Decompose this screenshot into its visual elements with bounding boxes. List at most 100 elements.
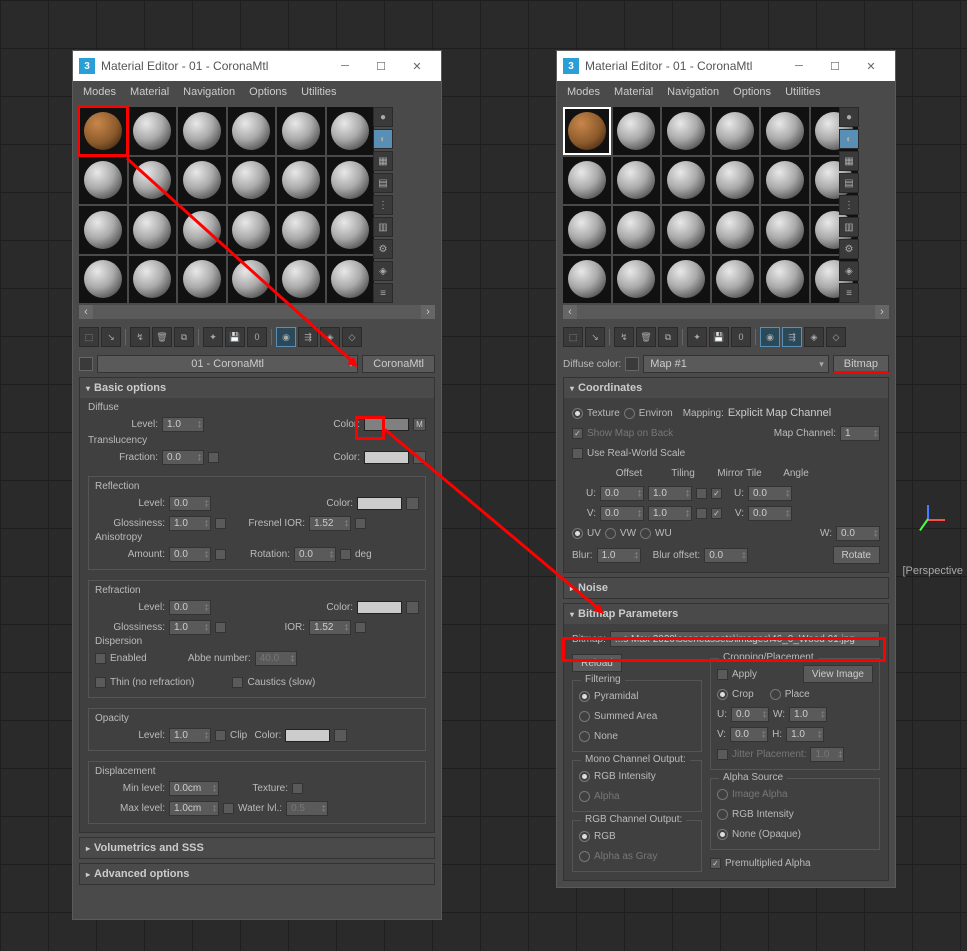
translucency-checkbox[interactable] <box>208 452 219 463</box>
menu-options[interactable]: Options <box>727 84 777 100</box>
bitmap-path-input[interactable]: ...s Max 2020\sceneassets\images\46_0_Wo… <box>610 631 880 647</box>
map-icon[interactable]: ≡ <box>373 283 393 303</box>
sample-slot[interactable] <box>712 157 760 205</box>
go-parent-icon[interactable]: ◈ <box>804 327 824 347</box>
background-icon[interactable]: ▦ <box>373 151 393 171</box>
mono-alpha-radio[interactable] <box>579 791 590 802</box>
crop-radio[interactable] <box>717 689 728 700</box>
options-icon[interactable]: ⚙ <box>839 239 859 259</box>
sample-slot[interactable] <box>277 157 325 205</box>
get-material-icon[interactable]: ⬚ <box>563 327 583 347</box>
u-offset-spinner[interactable]: 0.0 <box>600 486 644 501</box>
menu-modes[interactable]: Modes <box>561 84 606 100</box>
sample-slot[interactable] <box>228 256 276 304</box>
backlight-icon[interactable]: ◐ <box>839 129 859 149</box>
sample-slot[interactable] <box>712 256 760 304</box>
assign-icon[interactable]: ↯ <box>614 327 634 347</box>
backlight-icon[interactable]: ◐ <box>373 129 393 149</box>
refraction-level-spinner[interactable]: 0.0 <box>169 600 211 615</box>
put-to-scene-icon[interactable]: ↘ <box>585 327 605 347</box>
bitmap-type-button[interactable]: Bitmap <box>833 355 889 373</box>
sample-slot[interactable] <box>761 157 809 205</box>
video-check-icon[interactable]: ⋮ <box>839 195 859 215</box>
pick-material-icon[interactable] <box>625 357 639 371</box>
sample-type-icon[interactable]: ● <box>839 107 859 127</box>
uv-tile-icon[interactable]: ▤ <box>839 173 859 193</box>
show-map-icon[interactable]: ◉ <box>276 327 296 347</box>
sample-slot[interactable] <box>563 107 611 155</box>
dispersion-enabled-checkbox[interactable] <box>95 653 106 664</box>
effects-channel-icon[interactable]: 0 <box>247 327 267 347</box>
rollout-bitmap-parameters[interactable]: ▾Bitmap Parameters <box>564 604 888 624</box>
anisotropy-checkbox[interactable] <box>215 549 226 560</box>
sample-slot[interactable] <box>129 107 177 155</box>
sample-slot[interactable] <box>277 107 325 155</box>
make-unique-icon[interactable]: ✦ <box>687 327 707 347</box>
rollout-noise[interactable]: ▸Noise <box>564 578 888 598</box>
copy-icon[interactable]: ⧉ <box>658 327 678 347</box>
pick-material-icon[interactable] <box>79 357 93 371</box>
u-tile-checkbox[interactable]: ✓ <box>711 488 722 499</box>
select-by-icon[interactable]: ◈ <box>373 261 393 281</box>
preview-icon[interactable]: ▥ <box>373 217 393 237</box>
rotation-checkbox[interactable] <box>340 549 351 560</box>
sample-slot[interactable] <box>228 107 276 155</box>
premultiplied-checkbox[interactable]: ✓ <box>710 858 721 869</box>
sample-slot[interactable] <box>228 157 276 205</box>
minimize-button[interactable]: ─ <box>781 54 817 78</box>
sample-slot[interactable] <box>563 157 611 205</box>
maximize-button[interactable]: ☐ <box>363 54 399 78</box>
displacement-max-spinner[interactable]: 1.0cm <box>169 801 219 816</box>
mono-rgb-radio[interactable] <box>579 771 590 782</box>
put-library-icon[interactable]: 💾 <box>709 327 729 347</box>
material-name-dropdown[interactable]: 01 - CoronaMtl <box>97 355 358 373</box>
rollout-basic-options[interactable]: ▾Basic options <box>80 378 434 398</box>
titlebar-right[interactable]: 3 Material Editor - 01 - CoronaMtl ─ ☐ ✕ <box>557 51 895 81</box>
refraction-gloss-spinner[interactable]: 1.0 <box>169 620 211 635</box>
close-button[interactable]: ✕ <box>399 54 435 78</box>
titlebar-left[interactable]: 3 Material Editor - 01 - CoronaMtl ─ ☐ ✕ <box>73 51 441 81</box>
sample-slot[interactable] <box>327 256 375 304</box>
crop-w-spinner[interactable]: 1.0 <box>789 707 827 722</box>
map-name-dropdown[interactable]: Map #1 <box>643 355 829 373</box>
v-mirror-checkbox[interactable] <box>696 508 707 519</box>
delete-icon[interactable]: 🗑 <box>152 327 172 347</box>
sample-slot[interactable] <box>178 206 226 254</box>
sample-slot[interactable] <box>613 256 661 304</box>
caustics-checkbox[interactable] <box>232 677 243 688</box>
sample-slot[interactable] <box>327 107 375 155</box>
sample-slot[interactable] <box>662 206 710 254</box>
sample-slot[interactable] <box>178 107 226 155</box>
sample-slot[interactable] <box>79 107 127 155</box>
rotate-button[interactable]: Rotate <box>833 546 880 564</box>
rollout-coordinates[interactable]: ▾Coordinates <box>564 378 888 398</box>
alpha-rgb-radio[interactable] <box>717 809 728 820</box>
menu-material[interactable]: Material <box>608 84 659 100</box>
select-by-icon[interactable]: ◈ <box>839 261 859 281</box>
sample-slot[interactable] <box>613 206 661 254</box>
mapping-dropdown[interactable]: Explicit Map Channel <box>728 407 880 419</box>
sample-slot[interactable] <box>79 157 127 205</box>
u-mirror-checkbox[interactable] <box>696 488 707 499</box>
u-angle-spinner[interactable]: 0.0 <box>748 486 792 501</box>
uv-radio[interactable] <box>572 528 583 539</box>
summed-area-radio[interactable] <box>579 711 590 722</box>
jitter-spinner[interactable]: 1.0 <box>810 747 844 762</box>
reload-button[interactable]: Reload <box>572 654 622 672</box>
sample-slot[interactable] <box>613 157 661 205</box>
apply-crop-checkbox[interactable] <box>717 669 728 680</box>
vw-radio[interactable] <box>605 528 616 539</box>
show-end-icon[interactable]: ⇶ <box>298 327 318 347</box>
reflection-gloss-checkbox[interactable] <box>215 518 226 529</box>
sample-slot[interactable] <box>662 157 710 205</box>
v-tiling-spinner[interactable]: 1.0 <box>648 506 692 521</box>
pyramidal-radio[interactable] <box>579 691 590 702</box>
filter-none-radio[interactable] <box>579 731 590 742</box>
rollout-advanced[interactable]: ▸Advanced options <box>80 864 434 884</box>
opacity-level-spinner[interactable]: 1.0 <box>169 728 211 743</box>
go-sibling-icon[interactable]: ◇ <box>826 327 846 347</box>
jitter-checkbox[interactable] <box>717 749 728 760</box>
abbe-number-spinner[interactable]: 40.0 <box>255 651 297 666</box>
sample-slot[interactable] <box>129 157 177 205</box>
sample-slot[interactable] <box>563 256 611 304</box>
